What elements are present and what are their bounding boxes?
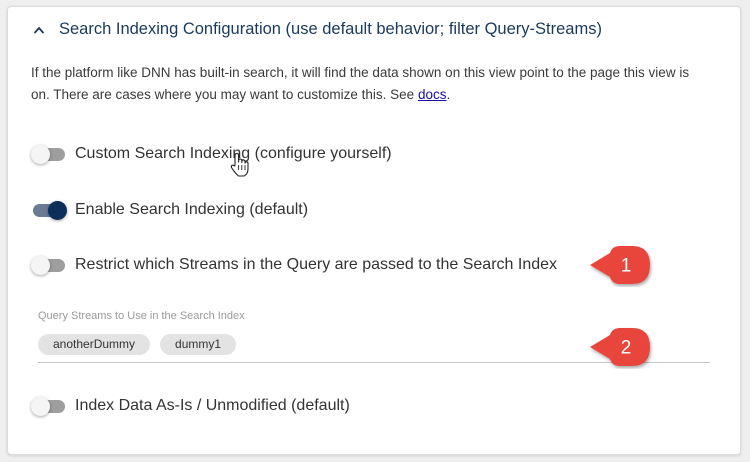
stream-chip[interactable]: dummy1 bbox=[160, 334, 237, 355]
toggle-row-restrict-streams: Restrict which Streams in the Query are … bbox=[31, 256, 558, 275]
docs-link[interactable]: docs bbox=[418, 87, 447, 102]
section-header[interactable]: Search Indexing Configuration (use defau… bbox=[33, 20, 602, 39]
toggle-label: Restrict which Streams in the Query are … bbox=[75, 256, 558, 273]
toggle-label: Enable Search Indexing (default) bbox=[75, 201, 309, 218]
toggle-row-enable-search-indexing: Enable Search Indexing (default) bbox=[31, 201, 309, 220]
toggle-knob bbox=[48, 201, 67, 220]
callout-marker-2: 2 bbox=[590, 328, 650, 366]
toggle-label: Index Data As-Is / Unmodified (default) bbox=[75, 397, 350, 414]
callout-number: 1 bbox=[621, 256, 632, 277]
section-title: Search Indexing Configuration (use defau… bbox=[59, 20, 602, 38]
description-text: If the platform like DNN has built-in se… bbox=[31, 65, 690, 102]
toggle-row-custom-search-indexing: Custom Search Indexing (configure yourse… bbox=[31, 145, 392, 164]
custom-search-indexing-toggle[interactable] bbox=[31, 145, 69, 164]
description-end: . bbox=[446, 87, 451, 102]
query-streams-chips[interactable]: anotherDummy dummy1 bbox=[38, 334, 237, 355]
toggle-knob bbox=[31, 397, 50, 416]
toggle-row-index-data-as-is: Index Data As-Is / Unmodified (default) bbox=[31, 397, 350, 416]
query-streams-field-label: Query Streams to Use in the Search Index bbox=[38, 310, 245, 322]
enable-search-indexing-toggle[interactable] bbox=[31, 201, 69, 220]
index-data-as-is-toggle[interactable] bbox=[31, 397, 69, 416]
hand-cursor-icon bbox=[230, 152, 249, 177]
callout-number: 2 bbox=[621, 338, 632, 359]
toggle-knob bbox=[31, 145, 50, 164]
section-description: If the platform like DNN has built-in se… bbox=[31, 62, 711, 106]
stream-chip[interactable]: anotherDummy bbox=[38, 334, 151, 355]
restrict-streams-toggle[interactable] bbox=[31, 256, 69, 275]
toggle-knob bbox=[31, 256, 50, 275]
chevron-up-icon[interactable] bbox=[33, 24, 45, 36]
callout-marker-1: 1 bbox=[590, 246, 650, 284]
